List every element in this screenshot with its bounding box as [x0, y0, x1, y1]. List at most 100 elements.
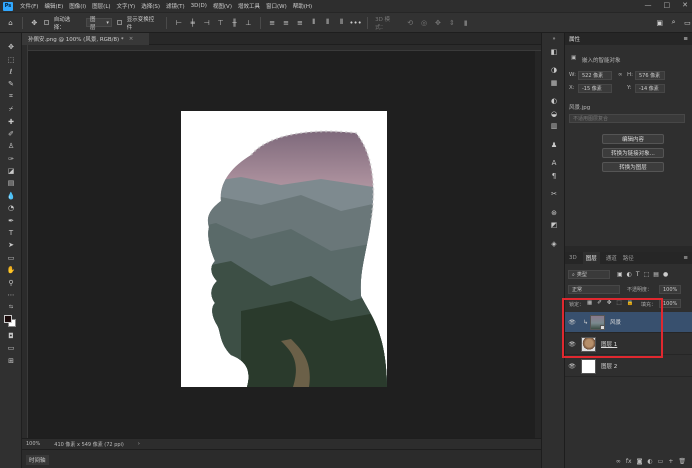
- orbit-3d-icon[interactable]: ⟲: [406, 18, 415, 27]
- roll-3d-icon[interactable]: ◎: [420, 18, 429, 27]
- edit-toolbar-icon[interactable]: ⋯: [0, 289, 22, 301]
- color-icon[interactable]: ◑: [542, 64, 566, 77]
- quick-mask-icon[interactable]: ◘: [0, 330, 22, 342]
- timeline-tab[interactable]: 时间轴: [26, 455, 49, 465]
- slide-3d-icon[interactable]: ⇕: [447, 18, 456, 27]
- menu-help[interactable]: 帮助(H): [290, 2, 315, 10]
- close-window-button[interactable]: ✕: [682, 1, 688, 9]
- history-icon[interactable]: ◧: [542, 46, 566, 59]
- history-brush-icon[interactable]: ✑: [0, 153, 22, 165]
- more-options-icon[interactable]: •••: [349, 18, 361, 27]
- camera-icon[interactable]: ▣: [655, 18, 664, 27]
- zoom-tool-icon[interactable]: ⚲: [0, 276, 22, 288]
- scale-3d-icon[interactable]: ▮: [461, 18, 470, 27]
- path-select-tool-icon[interactable]: ➤: [0, 239, 22, 251]
- stamp-tool-icon[interactable]: ♙: [0, 140, 22, 152]
- panel-menu-icon[interactable]: ≡: [683, 36, 688, 42]
- distribute-vcenter-icon[interactable]: ≡: [282, 18, 291, 27]
- tab-channels[interactable]: 通道: [606, 254, 617, 262]
- search-icon[interactable]: ⌕: [669, 18, 678, 27]
- filter-toggle-icon[interactable]: ●: [663, 271, 668, 278]
- adjustments-icon[interactable]: ◒: [542, 108, 566, 121]
- panel-menu-icon[interactable]: ≡: [683, 255, 688, 261]
- marquee-tool-icon[interactable]: ⬚: [0, 53, 22, 65]
- layer-filter-select[interactable]: ⌕ 类型: [568, 270, 610, 279]
- menu-file[interactable]: 文件(F): [17, 2, 41, 10]
- align-vcenter-icon[interactable]: ╫: [230, 18, 239, 27]
- vertical-ruler[interactable]: [22, 45, 28, 438]
- tool-presets-icon[interactable]: ✂: [542, 188, 566, 201]
- pan-3d-icon[interactable]: ✥: [434, 18, 443, 27]
- layer-comp-select[interactable]: 不适用图层复合: [569, 114, 685, 123]
- tab-layers[interactable]: 图层: [582, 252, 600, 264]
- move-tool-icon[interactable]: ✥: [30, 18, 39, 27]
- type-tool-icon[interactable]: T: [0, 227, 22, 239]
- align-bottom-icon[interactable]: ⊥: [244, 18, 253, 27]
- align-left-icon[interactable]: ⊢: [174, 18, 183, 27]
- shapes-icon[interactable]: ◈: [542, 238, 566, 251]
- menu-select[interactable]: 选择(S): [138, 2, 163, 10]
- quick-select-tool-icon[interactable]: ✎: [0, 78, 22, 90]
- eyedropper-tool-icon[interactable]: ⌿: [0, 103, 22, 115]
- edit-contents-button[interactable]: 编辑内容: [602, 134, 664, 144]
- add-mask-icon[interactable]: ◙: [637, 458, 643, 465]
- brushes-icon[interactable]: ⊛: [542, 207, 566, 220]
- auto-select-dropdown[interactable]: 图层: [85, 17, 112, 31]
- libraries-icon[interactable]: ▥: [542, 120, 566, 133]
- show-transform-checkbox[interactable]: [116, 20, 122, 25]
- minimize-button[interactable]: —: [645, 1, 652, 9]
- distribute-bottom-icon[interactable]: ≡: [296, 18, 305, 27]
- link-icon[interactable]: ∞: [618, 72, 623, 78]
- rectangle-tool-icon[interactable]: ▭: [0, 252, 22, 264]
- layer-style-icon[interactable]: fx: [626, 458, 632, 465]
- collapse-icon[interactable]: »: [542, 33, 566, 46]
- eraser-tool-icon[interactable]: ◪: [0, 165, 22, 177]
- menu-edit[interactable]: 编辑(E): [41, 2, 66, 10]
- dodge-tool-icon[interactable]: ◔: [0, 202, 22, 214]
- menu-type[interactable]: 文字(Y): [114, 2, 139, 10]
- menu-layer[interactable]: 图层(L): [89, 2, 113, 10]
- menu-3d[interactable]: 3D(D): [188, 3, 210, 9]
- move-tool-icon[interactable]: ✥: [0, 41, 22, 53]
- adjustment-layer-icon[interactable]: ◐: [647, 458, 652, 465]
- screen-mode-icon[interactable]: ▭: [0, 342, 22, 354]
- auto-select-checkbox[interactable]: [43, 20, 49, 25]
- hand-tool-icon[interactable]: ✋: [0, 264, 22, 276]
- blur-tool-icon[interactable]: 💧: [0, 190, 22, 202]
- gradients-icon[interactable]: ◐: [542, 95, 566, 108]
- gradient-tool-icon[interactable]: ▤: [0, 177, 22, 189]
- close-tab-icon[interactable]: ×: [129, 36, 134, 42]
- new-group-icon[interactable]: ▭: [658, 458, 664, 465]
- character-icon[interactable]: A: [542, 157, 566, 170]
- visibility-eye-icon[interactable]: 👁: [565, 363, 579, 370]
- workspace-icon[interactable]: ▭: [683, 18, 692, 27]
- distribute-top-icon[interactable]: ≡: [268, 18, 277, 27]
- filter-smart-icon[interactable]: ▤: [653, 271, 659, 278]
- paragraph-icon[interactable]: ¶: [542, 170, 566, 183]
- horizontal-ruler[interactable]: [22, 45, 541, 51]
- y-field[interactable]: -14 像素: [635, 84, 665, 93]
- swatches-icon[interactable]: ▦: [542, 77, 566, 90]
- filter-adjust-icon[interactable]: ◐: [627, 271, 632, 278]
- link-layers-icon[interactable]: ∞: [616, 458, 621, 465]
- lasso-tool-icon[interactable]: ℓ: [0, 66, 22, 78]
- align-hcenter-icon[interactable]: ╪: [188, 18, 197, 27]
- brush-tool-icon[interactable]: ✐: [0, 128, 22, 140]
- patterns-icon[interactable]: ◩: [542, 219, 566, 232]
- menu-plugins[interactable]: 增效工具: [235, 2, 263, 10]
- filter-pixel-icon[interactable]: ▣: [617, 271, 623, 278]
- maximize-button[interactable]: □: [664, 1, 671, 9]
- menu-filter[interactable]: 滤镜(T): [163, 2, 188, 10]
- stamp-icon[interactable]: ♟: [542, 139, 566, 152]
- width-field[interactable]: 522 像素: [578, 71, 612, 80]
- swap-colors-icon[interactable]: ⇆: [0, 301, 22, 313]
- color-swatches[interactable]: [0, 314, 22, 330]
- crop-tool-icon[interactable]: ⌗: [0, 91, 22, 103]
- filter-shape-icon[interactable]: ⬚: [644, 271, 650, 278]
- opacity-field[interactable]: 100%: [659, 285, 681, 294]
- distribute-right-icon[interactable]: ⫴: [337, 18, 346, 27]
- x-field[interactable]: -15 像素: [578, 84, 612, 93]
- home-icon[interactable]: ⌂: [6, 18, 15, 27]
- menu-image[interactable]: 图像(I): [66, 2, 89, 10]
- delete-layer-icon[interactable]: 🗑: [678, 458, 686, 465]
